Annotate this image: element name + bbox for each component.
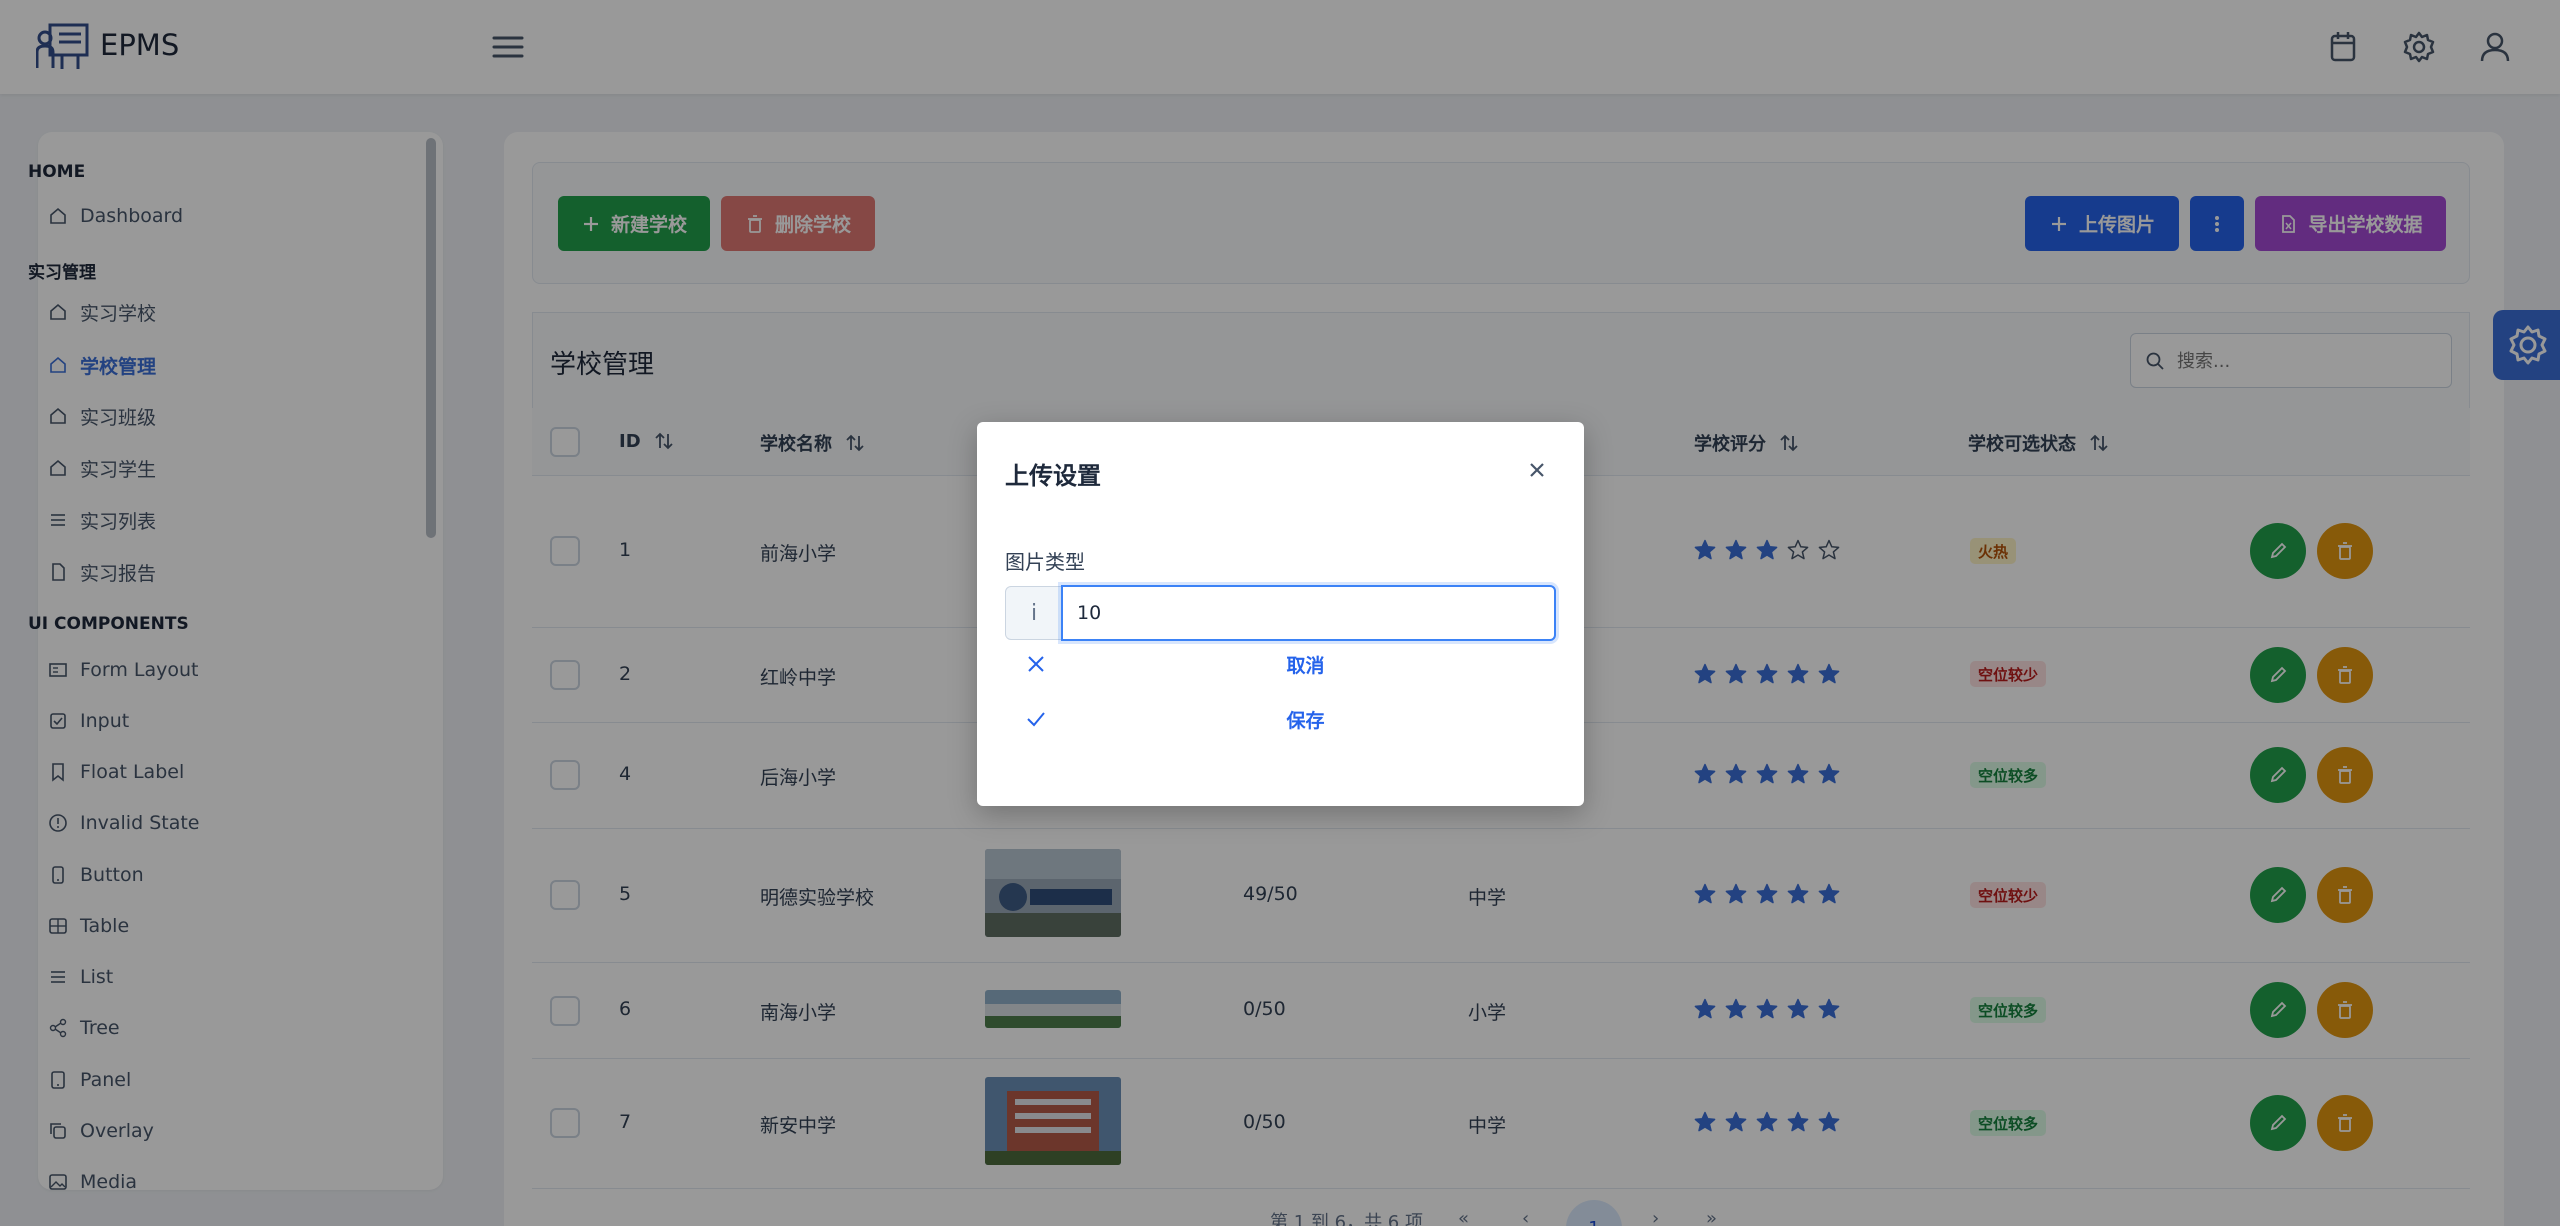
cancel-button[interactable]: 取消 (1005, 644, 1556, 684)
image-type-label: 图片类型 (1005, 550, 1085, 574)
save-button[interactable]: 保存 (1005, 699, 1556, 739)
cancel-label: 取消 (1286, 654, 1325, 677)
input-addon: i (1005, 586, 1063, 640)
dialog-title: 上传设置 (1005, 462, 1101, 490)
image-type-input[interactable] (1061, 585, 1556, 641)
upload-settings-dialog: 上传设置 图片类型 i 取消 保存 (977, 422, 1584, 806)
save-label: 保存 (1286, 709, 1325, 732)
close-icon[interactable] (1525, 458, 1549, 482)
